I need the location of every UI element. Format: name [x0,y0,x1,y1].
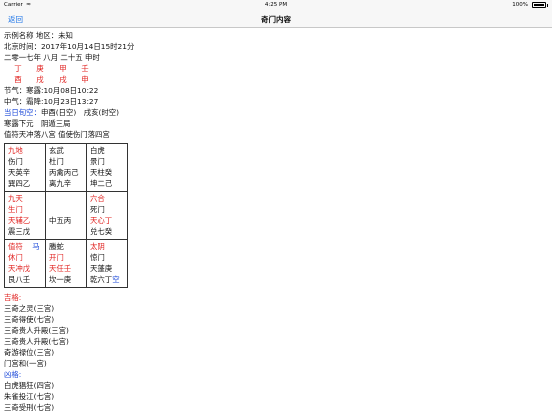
ji-label: 吉格: [4,293,22,302]
stem-year: 丁 [14,64,22,73]
palace-earth: 艮八壬 [8,275,31,284]
palace-earth: 坤二己 [90,179,113,188]
beijing-time: 北京时间：2017年10月14日15时21分 [4,42,135,51]
palace-center-label: 中五丙 [49,216,72,225]
palace-dui: 六合 死门 天心丁 兑七癸 [86,191,128,240]
palace-zhen: 九天 生门 天辅乙 震三戊 [4,191,46,240]
palace-gen: 值符 马 休门 天冲戊 艮八壬 [4,239,46,288]
four-pillars: 丁 庚 甲 壬 酉 戌 戌 申 [4,63,548,85]
palace-star: 天冲戊 [8,264,31,273]
nine-palace-grid: 九地 伤门 天英辛 巽四乙 玄武 杜门 丙禽丙己 离九辛 白虎 景门 天柱癸 坤… [4,143,128,288]
xunkong: 当日旬空：申酉(日空) 戌亥(时空) [4,107,548,118]
palace-god: 值符 [8,242,23,251]
palace-earth: 震三戊 [8,227,31,236]
ji-item: 三奇贵人升殿(三宫) [4,326,69,335]
palace-god: 白虎 [90,146,105,155]
ji-section: 吉格: 三奇之灵(三宫) 三奇得使(七宫) 三奇贵人升殿(三宫) 三奇贵人升殿(… [4,292,548,369]
palace-star: 天辅乙 [8,216,31,225]
stem-hour: 壬 [81,64,89,73]
battery-percent: 100% [512,2,528,8]
jieqi: 节气：寒露:10月08日10:22 [4,86,99,95]
palace-earth: 巽四乙 [8,179,31,188]
navigation-bar: 返回 奇门内容 [0,10,552,28]
stem-month: 庚 [36,64,44,73]
palace-god: 玄武 [49,146,64,155]
palace-kun: 白虎 景门 天柱癸 坤二己 [86,143,128,192]
branch-month: 戌 [36,75,44,84]
ji-item: 三奇得使(七宫) [4,315,55,324]
palace-god: 太阴 [90,242,105,251]
palace-door: 死门 [90,205,105,214]
palace-star: 丙禽丙己 [49,168,79,177]
palace-star: 天柱癸 [90,168,113,177]
example-name: 示例名称 地区：未知 [4,31,73,40]
palace-door: 生门 [8,205,23,214]
horse-marker: 马 [32,242,40,251]
palace-door: 开门 [49,253,64,262]
ji-item: 三奇贵人升殿(七宫) [4,337,69,346]
xiong-label: 凶格: [4,370,22,379]
branch-day: 戌 [59,75,67,84]
palace-kan: 螣蛇 开门 天任壬 坎一庚 [45,239,87,288]
empty-marker: 空 [112,275,120,284]
page-title: 奇门内容 [261,15,291,24]
palace-earth: 离九辛 [49,179,72,188]
palace-earth: 坎一庚 [49,275,72,284]
palace-star: 天英辛 [8,168,31,177]
palace-god: 九天 [8,194,23,203]
palace-earth: 兑七癸 [90,227,113,236]
ji-item: 奇游禄位(三宫) [4,348,55,357]
palace-qian: 太阴 惊门 天蓬庚 乾六丁空 [86,239,128,288]
palace-door: 休门 [8,253,23,262]
palace-door: 伤门 [8,157,23,166]
palace-door: 杜门 [49,157,64,166]
palace-center: 中五丙 [45,191,87,240]
xiong-section: 凶格: 白虎猖狂(四宫) 朱雀投江(七宫) 三奇受刑(七宫) [4,369,548,413]
palace-god: 螣蛇 [49,242,64,251]
branch-year: 酉 [14,75,22,84]
xiong-item: 白虎猖狂(四宫) [4,381,55,390]
stem-day: 甲 [59,64,67,73]
ji-item: 门宫和(一宫) [4,359,47,368]
palace-god: 九地 [8,146,23,155]
palace-star: 天蓬庚 [90,264,113,273]
status-bar: Carrier ≈ 4:25 PM 100% [0,0,552,10]
palace-li: 玄武 杜门 丙禽丙己 离九辛 [45,143,87,192]
status-time: 4:25 PM [264,2,288,8]
branch-hour: 申 [81,75,89,84]
content-area: 示例名称 地区：未知 北京时间：2017年10月14日15时21分 二零一七年 … [4,30,548,413]
ju: 寒露下元 阴遁三局 [4,119,71,128]
xiong-item: 三奇受刑(七宫) [4,403,55,412]
xiong-item: 朱雀投江(七宫) [4,392,55,401]
zhongqi: 中气：霜降:10月23日13:27 [4,97,99,106]
xunkong-label: 当日旬空： [4,108,41,117]
palace-door: 景门 [90,157,105,166]
palace-xun: 九地 伤门 天英辛 巽四乙 [4,143,46,192]
zhifu: 值符天冲落八宫 值使伤门落四宫 [4,130,110,139]
ji-item: 三奇之灵(三宫) [4,304,55,313]
xunkong-value: 申酉(日空) 戌亥(时空) [40,108,120,117]
palace-earth: 乾六丁 [90,275,113,284]
palace-star: 天任壬 [49,264,72,273]
battery-icon [532,2,548,8]
palace-door: 惊门 [90,253,105,262]
palace-star: 天心丁 [90,216,113,225]
palace-god: 六合 [90,194,105,203]
lunar-date: 二零一七年 八月 二十五 申时 [4,53,100,62]
